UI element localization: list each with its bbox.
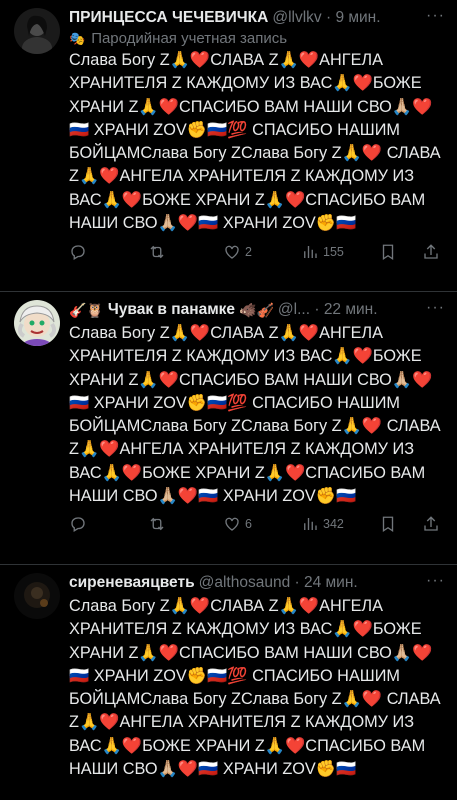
- retweet-icon: [150, 245, 164, 259]
- parody-label: 🎭 Пародийная учетная запись: [69, 29, 447, 49]
- share-icon: [424, 244, 438, 259]
- avatar[interactable]: [14, 8, 60, 54]
- separator: ·: [321, 9, 336, 26]
- retweet-button[interactable]: [147, 243, 167, 261]
- separator: ·: [310, 301, 324, 318]
- more-icon[interactable]: ···: [426, 8, 445, 24]
- tweet[interactable]: сиреневаяцветь @althosaund · 24 мин. ···…: [0, 565, 457, 800]
- tweet[interactable]: 🎸🦉 Чувак в панамке 🐗🎻 @l... · 22 мин. ··…: [0, 292, 457, 565]
- retweet-button[interactable]: [147, 515, 167, 533]
- display-name[interactable]: Чувак в панамке: [108, 300, 235, 320]
- display-name[interactable]: сиреневаяцветь: [69, 573, 195, 593]
- share-button[interactable]: [422, 515, 440, 533]
- like-icon: [225, 517, 239, 531]
- views-icon: [304, 246, 317, 258]
- name-prefix-emoji: 🎸🦉: [69, 302, 104, 318]
- views-count: 342: [323, 517, 344, 531]
- tweet-text: Слава Богу Z🙏❤️СЛАВА Z🙏❤️АНГЕЛА ХРАНИТЕЛ…: [69, 324, 441, 506]
- timestamp[interactable]: 22 мин.: [324, 300, 378, 320]
- reply-icon: [71, 245, 85, 260]
- bookmark-button[interactable]: [379, 515, 397, 533]
- tweet-header: 🎸🦉 Чувак в панамке 🐗🎻 @l... · 22 мин.: [69, 300, 447, 320]
- bookmark-icon: [382, 244, 394, 261]
- tweet-text: Слава Богу Z🙏❤️СЛАВА Z🙏❤️АНГЕЛА ХРАНИТЕЛ…: [69, 51, 441, 233]
- display-name[interactable]: ПРИНЦЕССА ЧЕЧЕВИЧКА: [69, 8, 268, 28]
- more-icon[interactable]: ···: [426, 300, 445, 316]
- views-icon: [304, 518, 317, 530]
- parody-mask-icon: 🎭: [69, 31, 86, 46]
- bookmark-icon: [382, 516, 394, 533]
- tweet-header: сиреневаяцветь @althosaund · 24 мин.: [69, 573, 447, 593]
- like-button[interactable]: 2: [223, 243, 252, 261]
- handle[interactable]: @l...: [278, 300, 310, 320]
- views-button[interactable]: 342: [301, 515, 344, 533]
- avatar[interactable]: [14, 300, 60, 346]
- like-button[interactable]: 6: [223, 515, 252, 533]
- timestamp[interactable]: 24 мин.: [304, 573, 358, 593]
- handle[interactable]: @althosaund: [199, 573, 291, 593]
- tweet-text: Слава Богу Z🙏❤️СЛАВА Z🙏❤️АНГЕЛА ХРАНИТЕЛ…: [69, 597, 441, 779]
- like-count: 6: [245, 517, 252, 531]
- retweet-icon: [150, 517, 164, 531]
- like-count: 2: [245, 245, 252, 259]
- bookmark-button[interactable]: [379, 243, 397, 261]
- like-icon: [225, 245, 239, 259]
- more-icon[interactable]: ···: [426, 573, 445, 589]
- handle[interactable]: @llvlkv: [272, 8, 321, 28]
- tweet-header: ПРИНЦЕССА ЧЕЧЕВИЧКА @llvlkv · 9 мин.: [69, 8, 447, 28]
- reply-icon: [71, 517, 85, 532]
- share-button[interactable]: [422, 243, 440, 261]
- share-icon: [424, 516, 438, 531]
- separator: ·: [290, 574, 304, 591]
- tweet[interactable]: ПРИНЦЕССА ЧЕЧЕВИЧКА @llvlkv · 9 мин. ···…: [0, 0, 457, 292]
- reply-button[interactable]: [69, 243, 87, 261]
- views-count: 155: [323, 245, 344, 259]
- name-suffix-emoji: 🐗🎻: [239, 302, 274, 318]
- parody-label-text: Пародийная учетная запись: [91, 30, 288, 47]
- reply-button[interactable]: [69, 515, 87, 533]
- views-button[interactable]: 155: [301, 243, 344, 261]
- avatar[interactable]: [14, 573, 60, 619]
- timeline-feed: ПРИНЦЕССА ЧЕЧЕВИЧКА @llvlkv · 9 мин. ···…: [0, 0, 457, 800]
- timestamp[interactable]: 9 мин.: [335, 8, 380, 28]
